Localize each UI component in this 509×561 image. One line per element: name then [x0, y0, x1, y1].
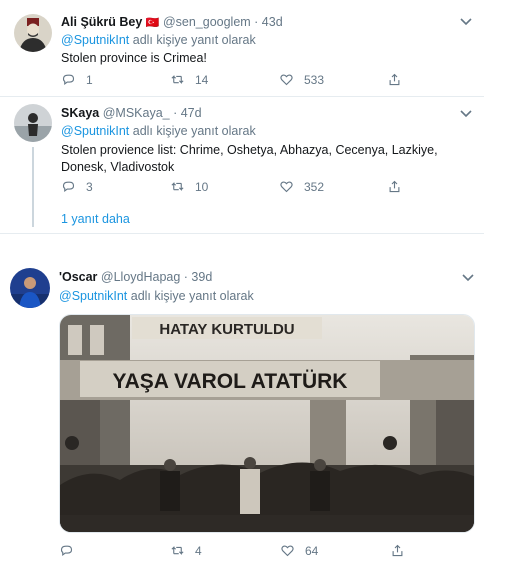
- retweet-count: 4: [195, 543, 202, 558]
- chevron-down-icon[interactable]: [460, 269, 476, 285]
- retweet-button[interactable]: 4: [170, 543, 202, 558]
- reply-context-label: adlı kişiye yanıt olarak: [129, 33, 256, 47]
- retweet-icon: [171, 546, 184, 555]
- tweet-text: Stolen province is Crimea!: [61, 51, 207, 65]
- reply-icon: [62, 74, 75, 85]
- tweet-header: SKaya @MSKaya_ · 47d: [61, 106, 202, 120]
- mention-link[interactable]: @SputnikInt: [59, 289, 127, 303]
- like-icon: [280, 74, 293, 86]
- like-button[interactable]: 64: [280, 543, 318, 558]
- flag-icon: 🇹🇷: [145, 17, 160, 29]
- avatar[interactable]: [14, 14, 52, 52]
- banner-top-text: HATAY KURTULDU: [159, 321, 294, 338]
- like-button[interactable]: 352: [279, 179, 324, 194]
- display-name[interactable]: Ali Şükrü Bey: [61, 15, 142, 29]
- avatar[interactable]: [10, 268, 50, 308]
- tweet-1[interactable]: Ali Şükrü Bey 🇹🇷 @sen_googlem · 43d @Spu…: [0, 0, 490, 96]
- mention-link[interactable]: @SputnikInt: [61, 33, 129, 47]
- reply-button[interactable]: 1: [61, 72, 93, 87]
- reply-context: @SputnikInt adlı kişiye yanıt olarak: [59, 289, 254, 303]
- reply-context-label: adlı kişiye yanıt olarak: [127, 289, 254, 303]
- like-icon: [281, 545, 294, 557]
- handle-and-time[interactable]: @LloydHapag · 39d: [101, 270, 212, 284]
- reply-button[interactable]: [59, 543, 84, 558]
- retweet-count: 14: [195, 72, 209, 87]
- retweet-icon: [171, 182, 184, 191]
- handle-and-time[interactable]: @MSKaya_ · 47d: [103, 106, 202, 120]
- reply-context: @SputnikInt adlı kişiye yanıt olarak: [61, 124, 256, 138]
- historical-photo: HATAY KURTULDU YAŞA VAROL ATATÜRK: [60, 315, 474, 532]
- tweet-header: Ali Şükrü Bey 🇹🇷 @sen_googlem · 43d: [61, 15, 283, 29]
- reply-count: 3: [86, 179, 93, 194]
- like-button[interactable]: 533: [279, 72, 324, 87]
- retweet-button[interactable]: 14: [170, 72, 208, 87]
- mention-link[interactable]: @SputnikInt: [61, 124, 129, 138]
- thread-line: [32, 147, 34, 227]
- tweet-actions: 3 10 352: [61, 179, 461, 195]
- display-name[interactable]: 'Oscar: [59, 270, 97, 284]
- like-icon: [280, 181, 293, 193]
- tweet-2[interactable]: SKaya @MSKaya_ · 47d @SputnikInt adlı ki…: [0, 97, 490, 233]
- chevron-down-icon[interactable]: [458, 105, 474, 121]
- more-replies-link[interactable]: 1 yanıt daha: [61, 212, 130, 226]
- retweet-icon: [171, 75, 184, 84]
- reply-icon: [60, 545, 73, 556]
- share-icon: [389, 73, 400, 86]
- share-icon: [389, 180, 400, 193]
- tweet-actions: 1 14 533: [61, 72, 461, 88]
- chevron-down-icon[interactable]: [458, 13, 474, 29]
- reply-context-label: adlı kişiye yanıt olarak: [129, 124, 256, 138]
- reply-button[interactable]: 3: [61, 179, 93, 194]
- reply-context: @SputnikInt adlı kişiye yanıt olarak: [61, 33, 256, 47]
- like-count: 64: [305, 543, 319, 558]
- banner-main-text: YAŞA VAROL ATATÜRK: [113, 370, 348, 393]
- handle-and-time[interactable]: @sen_googlem · 43d: [163, 15, 283, 29]
- like-count: 352: [304, 179, 325, 194]
- avatar[interactable]: [14, 104, 52, 142]
- tweet-header: 'Oscar @LloydHapag · 39d: [59, 270, 212, 284]
- reply-count: 1: [86, 72, 93, 87]
- share-icon: [392, 544, 403, 557]
- retweet-count: 10: [195, 179, 209, 194]
- share-button[interactable]: [387, 72, 402, 87]
- share-button[interactable]: [390, 543, 405, 558]
- retweet-button[interactable]: 10: [170, 179, 208, 194]
- display-name[interactable]: SKaya: [61, 106, 99, 120]
- tweet-divider: [0, 233, 484, 234]
- tweet-text: Stolen provience list: Chrime, Oshetya, …: [61, 143, 438, 174]
- share-button[interactable]: [387, 179, 402, 194]
- reply-icon: [62, 181, 75, 192]
- tweet-actions: 4 64: [59, 543, 459, 559]
- tweet-photo[interactable]: HATAY KURTULDU YAŞA VAROL ATATÜRK: [59, 314, 475, 533]
- like-count: 533: [304, 72, 325, 87]
